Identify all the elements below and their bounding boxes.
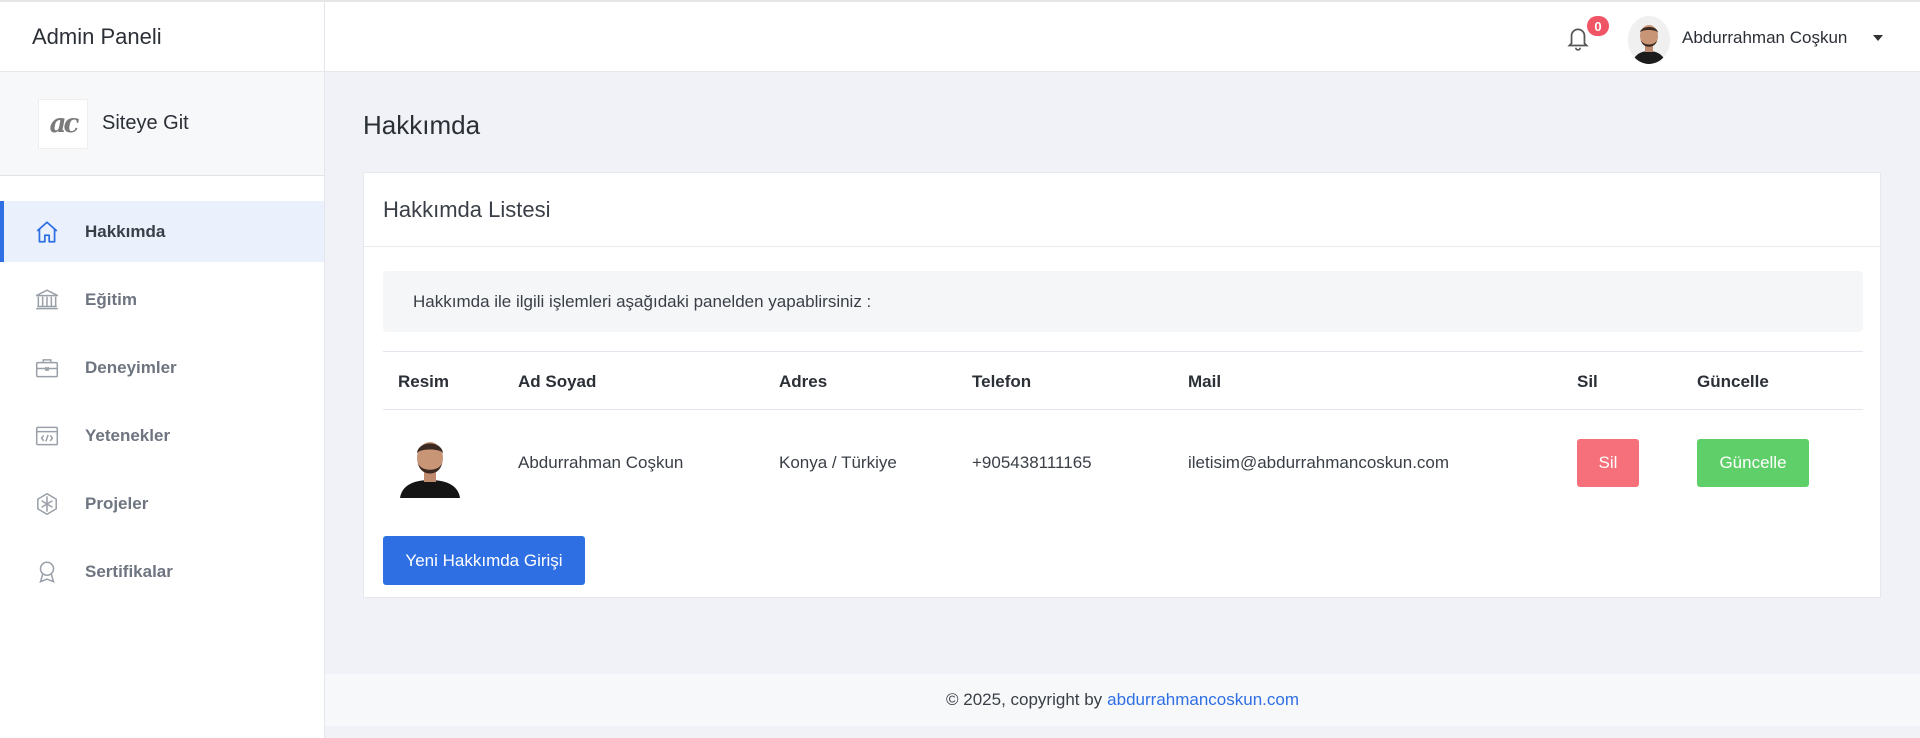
sidebar-item-deneyimler[interactable]: Deneyimler (0, 337, 324, 398)
profile-photo (398, 432, 462, 498)
delete-button[interactable]: Sil (1577, 439, 1639, 487)
avatar[interactable] (1628, 16, 1670, 64)
footer-link[interactable]: abdurrahmancoskun.com (1107, 690, 1299, 710)
sidebar-item-label: Eğitim (85, 289, 137, 309)
sidebar-item-yetenekler[interactable]: Yetenekler (0, 405, 324, 466)
sidebar: Admin Paneli ac Siteye Git Hakkımda Eğit… (0, 2, 325, 738)
column-header: Resim (398, 372, 450, 391)
card-title: Hakkımda Listesi (364, 173, 1880, 247)
sidebar-item-projeler[interactable]: Projeler (0, 473, 324, 534)
table-header: Resim Ad Soyad Adres Telefon Mail Sil Gü… (383, 351, 1863, 410)
about-card: Hakkımda Listesi Hakkımda ile ilgili işl… (363, 172, 1881, 598)
briefcase-icon (33, 354, 61, 382)
sidebar-nav: Hakkımda Eğitim Deneyimler Yetenekler Pr… (0, 201, 324, 602)
user-name[interactable]: Abdurrahman Coşkun (1682, 28, 1847, 48)
code-window-icon (33, 422, 61, 450)
column-header: Güncelle (1697, 372, 1769, 391)
notification-badge: 0 (1587, 16, 1609, 36)
sidebar-item-label: Sertifikalar (85, 561, 173, 581)
info-text: Hakkımda ile ilgili işlemleri aşağıdaki … (383, 271, 1863, 332)
phone-cell: +905438111165 (972, 453, 1092, 472)
brand-title: Admin Paneli (0, 2, 324, 72)
sidebar-item-sertifikalar[interactable]: Sertifikalar (0, 541, 324, 602)
column-header: Adres (779, 372, 828, 391)
bank-icon (33, 286, 61, 314)
site-link[interactable]: ac Siteye Git (0, 72, 324, 176)
sidebar-item-hakkimda[interactable]: Hakkımda (0, 201, 324, 262)
sidebar-item-label: Hakkımda (85, 221, 166, 241)
column-header: Mail (1188, 372, 1222, 391)
projects-icon (33, 490, 61, 518)
update-button[interactable]: Güncelle (1697, 439, 1809, 487)
about-table: Resim Ad Soyad Adres Telefon Mail Sil Gü… (383, 351, 1863, 520)
chevron-down-icon[interactable] (1873, 35, 1883, 41)
logo: ac (38, 98, 88, 149)
page-title: Hakkımda (363, 110, 481, 140)
site-link-label: Siteye Git (102, 112, 189, 134)
sidebar-item-label: Deneyimler (85, 357, 177, 377)
column-header: Sil (1577, 372, 1598, 391)
footer: © 2025, copyright by abdurrahmancoskun.c… (325, 674, 1920, 726)
address-cell: Konya / Türkiye (779, 453, 897, 472)
home-icon (33, 218, 61, 246)
footer-text: © 2025, copyright by (946, 690, 1103, 709)
column-header: Telefon (972, 372, 1032, 391)
sidebar-item-label: Yetenekler (85, 425, 171, 445)
sidebar-item-egitim[interactable]: Eğitim (0, 269, 324, 330)
new-entry-button[interactable]: Yeni Hakkımda Girişi (383, 536, 585, 585)
mail-cell: iletisim@abdurrahmancoskun.com (1188, 453, 1450, 472)
sidebar-item-label: Projeler (85, 493, 149, 513)
table-row: Abdurrahman Coşkun Konya / Türkiye +9054… (383, 410, 1863, 520)
award-icon (33, 558, 61, 586)
name-cell: Abdurrahman Coşkun (518, 453, 684, 472)
top-header: 0 Abdurrahman Coşkun (325, 2, 1920, 72)
column-header: Ad Soyad (518, 372, 597, 391)
